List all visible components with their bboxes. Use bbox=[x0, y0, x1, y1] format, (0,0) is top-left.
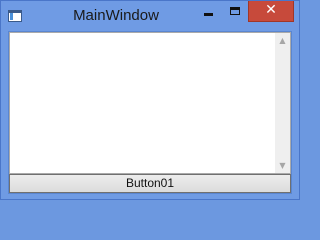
close-icon: ✕ bbox=[265, 2, 277, 18]
client-area: ▲ ▼ Button01 bbox=[8, 31, 292, 194]
maximize-button[interactable] bbox=[222, 1, 248, 22]
button01[interactable]: Button01 bbox=[9, 174, 291, 193]
title-bar[interactable]: MainWindow ✕ bbox=[1, 1, 299, 31]
chevron-up-icon[interactable]: ▲ bbox=[275, 33, 290, 48]
list-box[interactable]: ▲ ▼ bbox=[9, 32, 291, 174]
close-button[interactable]: ✕ bbox=[248, 1, 294, 22]
vertical-scrollbar[interactable]: ▲ ▼ bbox=[275, 33, 290, 173]
chevron-down-icon[interactable]: ▼ bbox=[275, 158, 290, 173]
minimize-button[interactable] bbox=[195, 1, 222, 22]
main-window: MainWindow ✕ ▲ ▼ Button01 bbox=[0, 0, 300, 200]
